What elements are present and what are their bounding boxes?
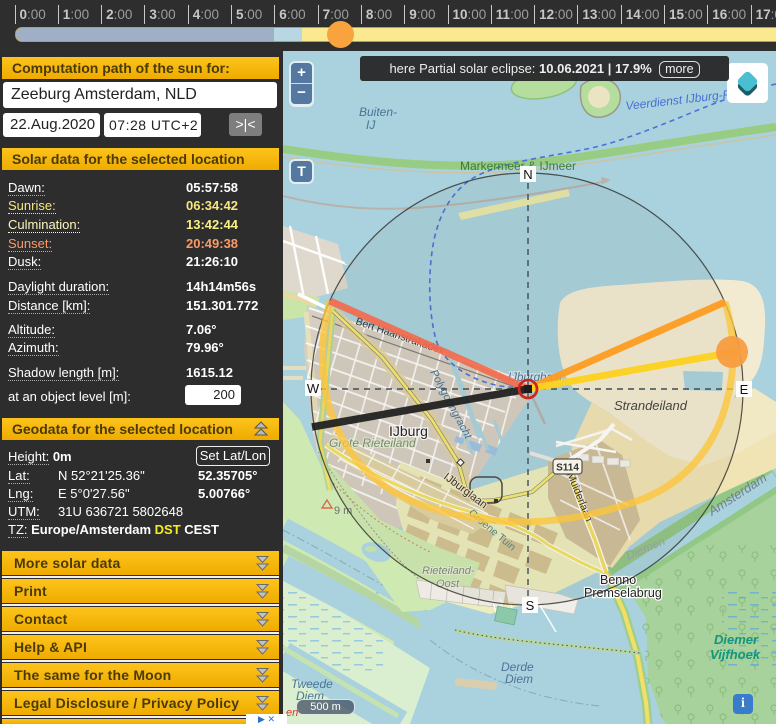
svg-text:S: S xyxy=(526,598,535,613)
svg-text:E: E xyxy=(740,382,749,397)
svg-text:Markermeer & IJmeer: Markermeer & IJmeer xyxy=(460,159,576,173)
svg-text:IJ: IJ xyxy=(366,118,376,132)
svg-text:Buiten-: Buiten- xyxy=(359,105,397,119)
svg-text:W: W xyxy=(307,381,320,396)
svg-text:Vijfhoek: Vijfhoek xyxy=(710,647,761,662)
svg-text:Diem: Diem xyxy=(505,672,533,686)
svg-text:N: N xyxy=(523,167,532,182)
svg-text:Diemer: Diemer xyxy=(714,632,759,647)
